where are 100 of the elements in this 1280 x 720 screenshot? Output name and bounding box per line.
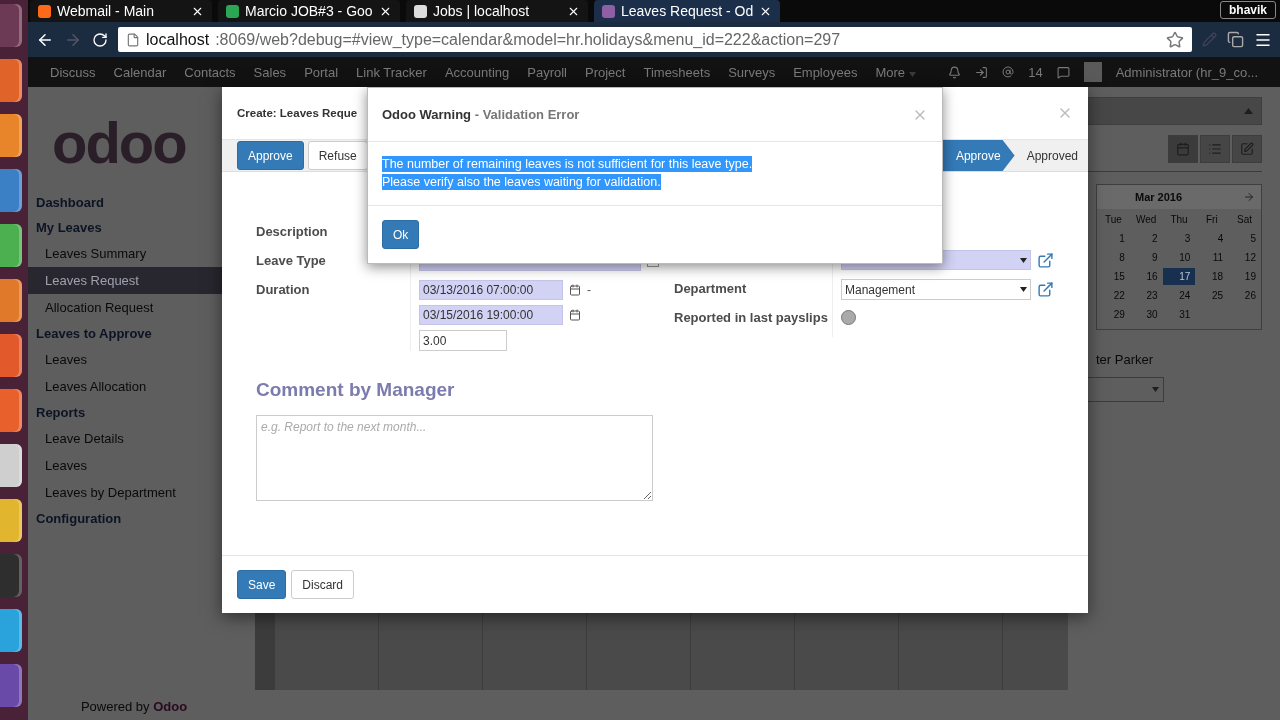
app-launcher-icon[interactable] [0, 279, 22, 322]
department-select[interactable]: Management [841, 279, 1031, 300]
app-launcher-icon[interactable] [0, 169, 22, 212]
weekday-label: Thu [1169, 213, 1189, 227]
app-launcher-icon[interactable] [0, 334, 22, 377]
browser-tab[interactable]: Marcio JOB#3 - Goo [218, 0, 400, 22]
field-label: Leave Type [256, 252, 326, 268]
menu-item[interactable]: Discuss [50, 64, 96, 80]
app-launcher-icon[interactable] [0, 224, 22, 267]
menu-item[interactable]: Contacts [184, 64, 236, 80]
more-menu[interactable]: More [875, 64, 916, 80]
error-message: The number of remaining leaves is not sufficient for this leave type. [382, 156, 753, 172]
day-cell[interactable]: 3 [1162, 230, 1196, 247]
next-month-icon[interactable] [1243, 191, 1255, 203]
app-launcher-icon[interactable] [0, 114, 22, 157]
day-cell[interactable]: 10 [1162, 249, 1196, 266]
menu-item[interactable]: Calendar [113, 64, 167, 80]
at-sign-icon[interactable] [1002, 66, 1015, 78]
day-cell[interactable]: 15 [1097, 268, 1130, 285]
refuse-button[interactable]: Refuse [307, 141, 368, 170]
browser-tab[interactable]: Jobs | localhost [406, 0, 588, 22]
weekday-label: Tue [1103, 213, 1123, 227]
day-cell[interactable]: 26 [1228, 287, 1261, 304]
list-view-button[interactable] [1200, 135, 1230, 163]
browser-tab[interactable]: Webmail - Main [30, 0, 212, 22]
calendar-icon[interactable] [569, 284, 581, 296]
pencil-icon[interactable] [1202, 32, 1217, 47]
app-launcher-icon[interactable] [0, 554, 22, 597]
day-cell[interactable]: 29 [1097, 306, 1130, 323]
external-link-icon[interactable] [1037, 251, 1054, 269]
day-cell[interactable]: 31 [1162, 306, 1196, 323]
discard-button[interactable]: Discard [291, 570, 355, 599]
powered-by-text: Powered by Odoo [79, 698, 189, 716]
day-cell[interactable]: 12 [1228, 249, 1261, 266]
caret-down-icon [908, 71, 916, 77]
menu-item[interactable]: Portal [304, 64, 339, 80]
menu-item[interactable]: Project [585, 64, 626, 80]
reported-checkbox[interactable] [841, 310, 856, 325]
caret-down-icon [1020, 287, 1027, 292]
error-message: Please verify also the leaves waiting for validation. [382, 174, 661, 190]
caret-up-icon [1244, 108, 1253, 114]
form-view-button[interactable] [1232, 135, 1262, 163]
day-cell[interactable]: 30 [1129, 306, 1163, 323]
menu-item[interactable]: Link Tracker [356, 64, 427, 80]
calendar-icon[interactable] [569, 309, 581, 321]
menu-item[interactable]: Timesheets [643, 64, 711, 80]
app-launcher-icon[interactable] [0, 664, 22, 707]
site-icon [602, 4, 615, 18]
menu-item[interactable]: Accounting [444, 64, 510, 80]
bell-icon[interactable] [948, 65, 962, 79]
user-menu[interactable]: Administrator (hr_9_co... [1115, 64, 1258, 80]
menu-item[interactable]: Payroll [527, 64, 567, 80]
day-cell[interactable]: 25 [1195, 287, 1229, 304]
reload-icon[interactable] [92, 31, 108, 48]
chat-icon[interactable] [1056, 65, 1070, 79]
day-cell[interactable]: 4 [1195, 230, 1229, 247]
app-launcher-icon[interactable] [0, 499, 22, 542]
app-launcher-icon[interactable] [0, 4, 22, 47]
ok-button[interactable]: Ok [382, 220, 420, 249]
edit-icon [1240, 142, 1254, 156]
date-separator: - [587, 283, 591, 297]
day-cell[interactable]: 18 [1195, 268, 1229, 285]
day-cell[interactable]: 23 [1129, 287, 1163, 304]
date-field[interactable]: 03/15/2016 19:00:00 [419, 305, 563, 325]
approve-button[interactable]: Approve [237, 141, 304, 170]
address-bar[interactable]: localhost :8069/web?debug=#view_type=calendar&model=hr.holidays&menu_id=222&action=297 [118, 27, 1192, 52]
dialog-title: Create: Leaves Reque [237, 107, 358, 119]
save-button[interactable]: Save [237, 570, 287, 599]
day-cell[interactable]: 11 [1195, 249, 1229, 266]
app-launcher-icon[interactable] [0, 609, 22, 652]
menu-item[interactable]: Sales [253, 64, 287, 80]
day-cell[interactable]: 22 [1097, 287, 1130, 304]
app-launcher-icon[interactable] [0, 389, 22, 432]
days-field[interactable]: 3.00 [419, 330, 507, 351]
day-cell[interactable]: 1 [1097, 230, 1130, 247]
day-cell[interactable]: 16 [1129, 268, 1163, 285]
weekday-label: Fri [1204, 213, 1219, 227]
comment-field[interactable]: e.g. Report to the next month... [256, 415, 653, 501]
status-stage[interactable]: Approved [1014, 140, 1088, 171]
external-link-icon[interactable] [1037, 281, 1054, 298]
notification-count[interactable]: 14 [1028, 64, 1043, 80]
date-field[interactable]: 03/13/2016 07:00:00 [419, 280, 563, 300]
weekday-label: Wed [1135, 213, 1158, 227]
app-launcher-icon[interactable] [0, 444, 22, 487]
day-cell[interactable]: 19 [1228, 268, 1261, 285]
day-cell[interactable]: 8 [1097, 249, 1130, 266]
day-cell[interactable]: 24 [1162, 287, 1196, 304]
calendar-view-button[interactable] [1168, 135, 1198, 163]
field-label: Duration [256, 281, 310, 297]
menu-item[interactable]: Employees [793, 64, 858, 80]
app-launcher-icon[interactable] [0, 59, 22, 102]
profile-button[interactable]: bhavik [1220, 1, 1276, 19]
day-cell[interactable]: 9 [1129, 249, 1163, 266]
menu-item[interactable]: Surveys [728, 64, 776, 80]
day-cell[interactable]: 17 [1162, 268, 1196, 285]
sign-in-icon[interactable] [975, 65, 989, 79]
caret-down-icon [1152, 387, 1159, 392]
day-cell[interactable]: 5 [1228, 230, 1261, 247]
day-cell[interactable]: 2 [1129, 230, 1163, 247]
browser-tab[interactable]: Leaves Request - Od [594, 0, 781, 22]
